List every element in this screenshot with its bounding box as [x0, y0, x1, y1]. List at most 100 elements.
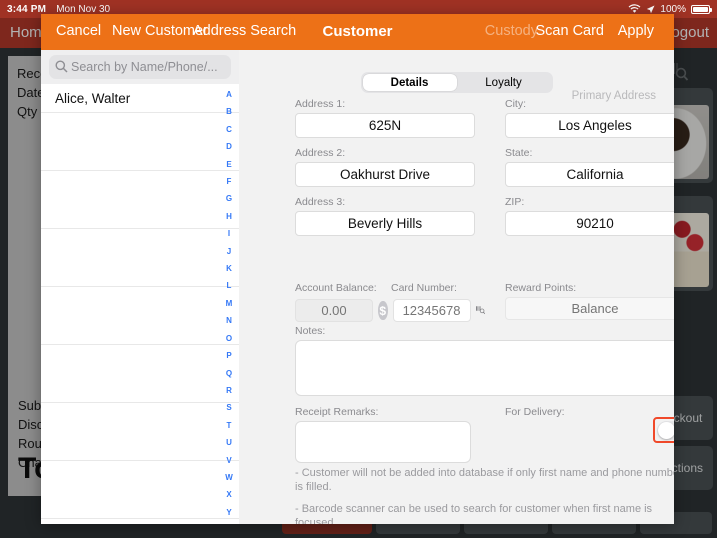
- state-input[interactable]: [505, 162, 674, 187]
- index-letter[interactable]: V: [226, 452, 231, 469]
- zip-label: ZIP:: [505, 196, 525, 208]
- address3-label: Address 3:: [295, 196, 346, 208]
- barcode-scan-icon[interactable]: [475, 302, 486, 319]
- card-number-label: Card Number:: [391, 282, 457, 294]
- search-box[interactable]: [49, 55, 231, 79]
- address2-label: Address 2:: [295, 147, 346, 159]
- index-letter[interactable]: H: [226, 208, 232, 225]
- index-letter[interactable]: S: [226, 399, 231, 416]
- list-item[interactable]: [41, 461, 239, 490]
- apply-button[interactable]: Apply: [618, 23, 654, 39]
- index-letter[interactable]: P: [226, 347, 231, 364]
- status-bar-time: 3:44 PM: [7, 3, 47, 15]
- account-balance-input[interactable]: [295, 299, 373, 322]
- list-item[interactable]: [41, 113, 239, 142]
- index-letter[interactable]: U: [226, 434, 232, 451]
- list-item[interactable]: [41, 432, 239, 461]
- tab-loyalty[interactable]: Loyalty: [457, 74, 551, 91]
- list-item[interactable]: [41, 287, 239, 316]
- custody-button: Custody: [484, 23, 538, 39]
- hint-text: - Barcode scanner can be used to search …: [295, 503, 653, 524]
- status-bar-date: Mon Nov 30: [56, 3, 111, 15]
- receipt-remarks-textarea[interactable]: [295, 421, 471, 463]
- index-letter[interactable]: E: [226, 156, 231, 173]
- account-balance-label: Account Balance:: [295, 282, 377, 294]
- list-item[interactable]: [41, 403, 239, 432]
- index-letter[interactable]: K: [226, 260, 232, 277]
- zip-input[interactable]: [505, 211, 674, 236]
- index-letter[interactable]: Y: [226, 504, 231, 521]
- city-input[interactable]: [505, 113, 674, 138]
- list-item[interactable]: [41, 229, 239, 258]
- card-number-input[interactable]: [392, 299, 471, 322]
- for-delivery-toggle[interactable]: [657, 420, 674, 440]
- for-delivery-group: For Delivery:: [505, 406, 674, 443]
- location-fields-column: City: State: ZIP:: [505, 98, 674, 236]
- address3-input[interactable]: [295, 211, 475, 236]
- dollar-circle-icon[interactable]: $: [378, 301, 388, 320]
- state-label: State:: [505, 147, 533, 159]
- for-delivery-label: For Delivery:: [505, 406, 565, 418]
- index-letter[interactable]: I: [228, 225, 230, 242]
- index-letter[interactable]: Q: [226, 365, 232, 382]
- index-letter[interactable]: A: [226, 86, 232, 103]
- index-letter[interactable]: R: [226, 382, 232, 399]
- city-label: City:: [505, 98, 526, 110]
- customer-modal: Cancel New Customer Address Search Custo…: [41, 14, 674, 524]
- index-letter[interactable]: N: [226, 312, 232, 329]
- search-input[interactable]: [71, 56, 231, 78]
- alphabet-index[interactable]: A B C D E F G H I J K L M N O P Q R S T …: [222, 86, 236, 524]
- search-bar: [41, 50, 239, 84]
- index-letter[interactable]: L: [227, 277, 232, 294]
- modal-body: Alice, Walter A: [41, 50, 674, 524]
- list-item[interactable]: [41, 374, 239, 403]
- detail-loyalty-tabs[interactable]: Details Loyalty: [360, 72, 553, 93]
- list-item[interactable]: Alice, Walter: [41, 84, 239, 113]
- reward-points-label: Reward Points:: [505, 282, 577, 294]
- scan-card-button[interactable]: Scan Card: [535, 23, 604, 39]
- index-letter[interactable]: D: [226, 138, 232, 155]
- list-item[interactable]: [41, 142, 239, 171]
- receipt-remarks-group: Receipt Remarks:: [295, 406, 471, 468]
- index-letter[interactable]: O: [226, 330, 232, 347]
- location-arrow-icon: [647, 5, 655, 13]
- customer-detail-pane: Primary Address Details Loyalty Address …: [239, 50, 674, 524]
- customer-list-pane: Alice, Walter A: [41, 50, 239, 524]
- modal-top-bar: Cancel New Customer Address Search Custo…: [41, 14, 674, 50]
- notes-textarea[interactable]: [295, 340, 674, 396]
- customer-list[interactable]: Alice, Walter: [41, 84, 239, 524]
- index-letter[interactable]: T: [227, 417, 232, 434]
- search-icon: [55, 60, 68, 73]
- index-letter[interactable]: F: [227, 173, 232, 190]
- list-item[interactable]: [41, 171, 239, 200]
- index-letter[interactable]: B: [226, 103, 232, 120]
- address2-input[interactable]: [295, 162, 475, 187]
- status-bar-indicators: 100%: [628, 3, 712, 15]
- index-letter[interactable]: J: [227, 243, 231, 260]
- screen: 3:44 PM Mon Nov 30 100% Home Logout Date…: [0, 0, 717, 538]
- index-letter[interactable]: Z: [227, 521, 232, 524]
- index-letter[interactable]: C: [226, 121, 232, 138]
- receipt-remarks-label: Receipt Remarks:: [295, 406, 379, 418]
- address-fields-column: Address 1: Address 2: Address 3:: [295, 98, 475, 236]
- list-item[interactable]: [41, 200, 239, 229]
- reward-points-group: Reward Points:: [505, 282, 674, 320]
- index-letter[interactable]: G: [226, 190, 232, 207]
- index-letter[interactable]: W: [225, 469, 233, 486]
- list-item[interactable]: [41, 316, 239, 345]
- list-item[interactable]: [41, 258, 239, 287]
- battery-full-icon: [691, 4, 712, 14]
- list-item[interactable]: [41, 490, 239, 519]
- notes-group: Notes:: [295, 325, 674, 401]
- battery-percent: 100%: [660, 3, 686, 15]
- tab-details[interactable]: Details: [362, 74, 457, 91]
- notes-label: Notes:: [295, 325, 326, 337]
- list-item[interactable]: [41, 345, 239, 374]
- index-letter[interactable]: X: [226, 486, 231, 503]
- hint-text: - Customer will not be added into databa…: [295, 467, 674, 493]
- reward-points-input[interactable]: [505, 297, 674, 320]
- address1-input[interactable]: [295, 113, 475, 138]
- for-delivery-toggle-highlight[interactable]: [653, 417, 674, 443]
- index-letter[interactable]: M: [226, 295, 233, 312]
- address1-label: Address 1:: [295, 98, 346, 110]
